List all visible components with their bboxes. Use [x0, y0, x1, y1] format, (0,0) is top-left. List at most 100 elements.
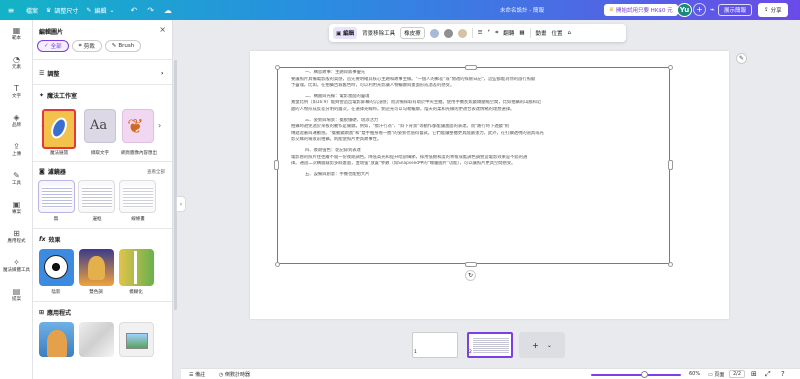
- chevron-right-icon[interactable]: ›: [158, 121, 161, 130]
- timer-button[interactable]: ◷ 倒數計時器: [219, 371, 250, 378]
- magic-item-label: 網頁圖像內容匯出: [121, 151, 157, 156]
- transparency-icon[interactable]: ▦: [519, 30, 524, 36]
- undo-icon[interactable]: ↶: [131, 6, 138, 15]
- border-style-icon[interactable]: ☰: [478, 30, 483, 36]
- present-button[interactable]: 展示簡報: [718, 4, 753, 16]
- notes-label: 備註: [195, 372, 206, 378]
- grid-view-icon[interactable]: ⊞: [751, 370, 757, 378]
- rail-item[interactable]: ◈ 品牌: [0, 113, 33, 128]
- avatar[interactable]: Yu: [677, 3, 692, 17]
- close-icon[interactable]: ×: [159, 25, 166, 34]
- selected-image-frame[interactable]: [277, 67, 670, 264]
- animate-button[interactable]: 動畫: [536, 29, 547, 37]
- rail-item[interactable]: ◔ 元素: [0, 55, 33, 70]
- rail-label: 應用程式: [7, 239, 26, 244]
- tab-crop[interactable]: ⌗ 剪裁: [71, 40, 102, 52]
- resize-handle[interactable]: [465, 65, 477, 70]
- start-trial-button[interactable]: ♛ 開始試用只要 HK$0 元: [604, 4, 678, 16]
- magic-edit-icon[interactable]: ✎: [736, 53, 747, 64]
- magic-expand-tool[interactable]: [42, 109, 76, 149]
- cloud-save-icon[interactable]: ☁: [164, 6, 172, 15]
- color-swatch-2[interactable]: [443, 28, 453, 38]
- page-thumbnail-2[interactable]: [467, 332, 513, 358]
- tab-brush[interactable]: ✎ Brush: [104, 40, 142, 52]
- zoom-level[interactable]: 60%: [689, 371, 700, 377]
- tab-all[interactable]: ✓ 全部: [37, 40, 69, 52]
- filter-line-art[interactable]: [119, 180, 156, 213]
- rail-item[interactable]: ▣ 專案: [0, 200, 33, 215]
- redo-icon[interactable]: ↷: [147, 6, 154, 15]
- rail-item[interactable]: ✎ 工具: [0, 171, 33, 186]
- rail-item[interactable]: ▤ 提案: [0, 287, 33, 302]
- divider: [33, 161, 172, 162]
- page-count[interactable]: 2/2: [729, 370, 746, 378]
- add-collaborator-icon[interactable]: +: [693, 3, 706, 16]
- text-preview-lines: [42, 186, 72, 208]
- rail-icon: ⊞: [13, 229, 20, 238]
- analytics-icon[interactable]: ⌁: [710, 5, 715, 14]
- rail-item[interactable]: ▦ 範本: [0, 26, 33, 41]
- rotate-icon[interactable]: ↻: [465, 270, 476, 281]
- hamburger-menu-icon[interactable]: ≡: [4, 6, 18, 15]
- rail-item[interactable]: ⇪ 上傳: [0, 142, 33, 157]
- add-page-button[interactable]: + ⌄: [519, 332, 565, 358]
- edit-image-button[interactable]: ▣ 編輯: [333, 27, 358, 39]
- edit-mode-menu[interactable]: ✎ 編輯 ⌄: [86, 6, 114, 15]
- zoom-slider[interactable]: [591, 374, 681, 376]
- effect-shadow[interactable]: [39, 249, 74, 286]
- file-menu[interactable]: 檔案: [26, 6, 38, 15]
- notes-button[interactable]: ☰ 備註: [189, 371, 205, 378]
- app-landscape-frame[interactable]: [119, 322, 154, 357]
- panel-scrollbar[interactable]: [174, 60, 177, 310]
- panel-title: 編輯圖片: [39, 29, 64, 36]
- app-crumpled-paper[interactable]: [79, 322, 114, 357]
- extract-text-tool[interactable]: Aa: [84, 109, 116, 143]
- help-icon[interactable]: ?: [781, 370, 785, 378]
- adjust-section[interactable]: ☰ 調整 ›: [39, 69, 167, 78]
- flip-button[interactable]: 翻轉: [503, 29, 514, 37]
- resize-handle[interactable]: [668, 160, 673, 170]
- rail-item[interactable]: T 文字: [0, 84, 33, 99]
- rail-label: 文字: [12, 94, 21, 99]
- corner-radius-icon[interactable]: ⌜: [488, 30, 491, 36]
- filter-border[interactable]: [78, 180, 115, 213]
- resize-handle[interactable]: [668, 262, 673, 267]
- image-export-tool[interactable]: ❦: [122, 109, 154, 143]
- share-button[interactable]: ⇪ 分享: [758, 3, 788, 17]
- rail-label: 專案: [12, 210, 21, 215]
- effect-duotone[interactable]: [79, 249, 114, 286]
- app-dog-photo[interactable]: [39, 322, 74, 357]
- page-thumbnail-1[interactable]: [412, 332, 458, 358]
- filter-none[interactable]: [38, 180, 75, 213]
- bg-remove-button[interactable]: 背景移除工具: [362, 29, 395, 37]
- color-swatch-1[interactable]: [429, 28, 439, 38]
- paint-format-icon[interactable]: ⌂: [568, 30, 572, 36]
- page-view-button[interactable]: ▭ 頁面: [708, 371, 724, 378]
- collapse-panel-button[interactable]: ‹: [176, 196, 186, 212]
- resize-handle[interactable]: [274, 160, 279, 170]
- effect-blur[interactable]: [119, 249, 154, 286]
- resize-handle[interactable]: [465, 262, 477, 267]
- fx-icon: fx: [39, 236, 46, 243]
- crop-icon[interactable]: ⌗: [495, 30, 498, 37]
- document-title[interactable]: 未命名設計 - 簡報: [500, 6, 544, 14]
- flip-label: 翻轉: [503, 31, 515, 37]
- see-all-link[interactable]: 查看全部: [147, 169, 165, 175]
- resize-handle[interactable]: [668, 65, 673, 70]
- animate-label: 動畫: [535, 31, 547, 37]
- position-button[interactable]: 位置: [552, 29, 563, 37]
- eraser-button[interactable]: 橡皮擦: [400, 27, 425, 39]
- rail-label: 工具: [12, 181, 21, 186]
- plant-image: [134, 251, 137, 284]
- resize-handle[interactable]: [275, 65, 280, 70]
- magic-studio-label: 魔法工作室: [47, 93, 78, 100]
- resize-menu[interactable]: ♛ 調整尺寸: [46, 6, 78, 15]
- rail-item[interactable]: ⊞ 應用程式: [0, 229, 33, 244]
- tab-crop-label: 剪裁: [83, 44, 95, 50]
- rail-item[interactable]: ✧ 魔法媒體工具: [0, 258, 33, 273]
- resize-handle[interactable]: [275, 262, 280, 267]
- zoom-slider-thumb[interactable]: [641, 371, 648, 378]
- color-swatch-3[interactable]: [457, 28, 467, 38]
- crown-icon: ♛: [46, 6, 52, 14]
- fullscreen-icon[interactable]: ⤢: [765, 370, 771, 379]
